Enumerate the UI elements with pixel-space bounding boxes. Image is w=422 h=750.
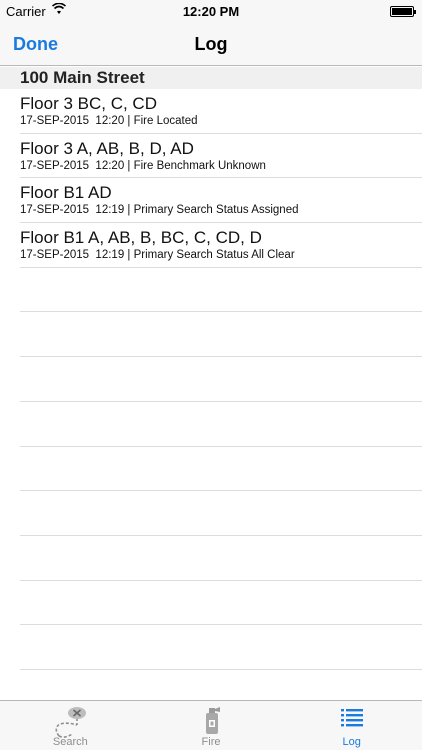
section-header-address: 100 Main Street <box>0 67 422 89</box>
empty-row <box>20 312 422 358</box>
list-icon <box>340 709 363 727</box>
log-entry-detail: 17-SEP-2015 12:19 | Primary Search Statu… <box>20 249 295 262</box>
empty-row <box>20 447 422 492</box>
tab-search[interactable]: Search <box>0 701 141 750</box>
log-entry-detail: 17-SEP-2015 12:19 | Primary Search Statu… <box>20 204 299 217</box>
log-entry[interactable]: Floor 3 A, AB, B, D, AD 17-SEP-2015 12:2… <box>20 134 422 179</box>
tab-log[interactable]: Log <box>281 701 422 750</box>
log-list: Floor 3 BC, C, CD 17-SEP-2015 12:20 | Fi… <box>0 89 422 670</box>
tab-log-label: Log <box>342 736 361 748</box>
log-entry-detail: 17-SEP-2015 12:20 | Fire Benchmark Unkno… <box>20 159 266 172</box>
status-bar: Carrier 12:20 PM <box>0 0 422 22</box>
tab-fire[interactable]: Fire <box>141 701 282 750</box>
log-entry-location: Floor 3 A, AB, B, D, AD <box>20 138 194 158</box>
navigation-bar: Done Log <box>0 22 422 66</box>
empty-row <box>20 268 422 313</box>
empty-row <box>20 491 422 536</box>
search-path-icon <box>55 707 87 738</box>
empty-row <box>20 357 422 402</box>
fire-extinguisher-icon <box>206 707 220 734</box>
tab-bar: Search Fire Log <box>0 700 422 750</box>
log-entry[interactable]: Floor B1 A, AB, B, BC, C, CD, D 17-SEP-2… <box>20 223 422 268</box>
status-time: 12:20 PM <box>182 4 240 19</box>
empty-row <box>20 581 422 626</box>
log-entry[interactable]: Floor 3 BC, C, CD 17-SEP-2015 12:20 | Fi… <box>20 89 422 134</box>
empty-row <box>20 625 422 670</box>
log-entry-detail: 17-SEP-2015 12:20 | Fire Located <box>20 115 198 127</box>
empty-row <box>20 536 422 581</box>
log-entry-location: Floor 3 BC, C, CD <box>20 94 157 113</box>
log-entry[interactable]: Floor B1 AD 17-SEP-2015 12:19 | Primary … <box>20 178 422 224</box>
log-entry-location: Floor B1 AD <box>20 183 112 203</box>
page-title: Log <box>194 34 228 54</box>
log-entry-location: Floor B1 A, AB, B, BC, C, CD, D <box>20 228 262 248</box>
tab-search-label: Search <box>52 736 88 748</box>
empty-row <box>20 402 422 447</box>
battery-icon <box>390 6 416 17</box>
tab-fire-label: Fire <box>201 736 221 748</box>
